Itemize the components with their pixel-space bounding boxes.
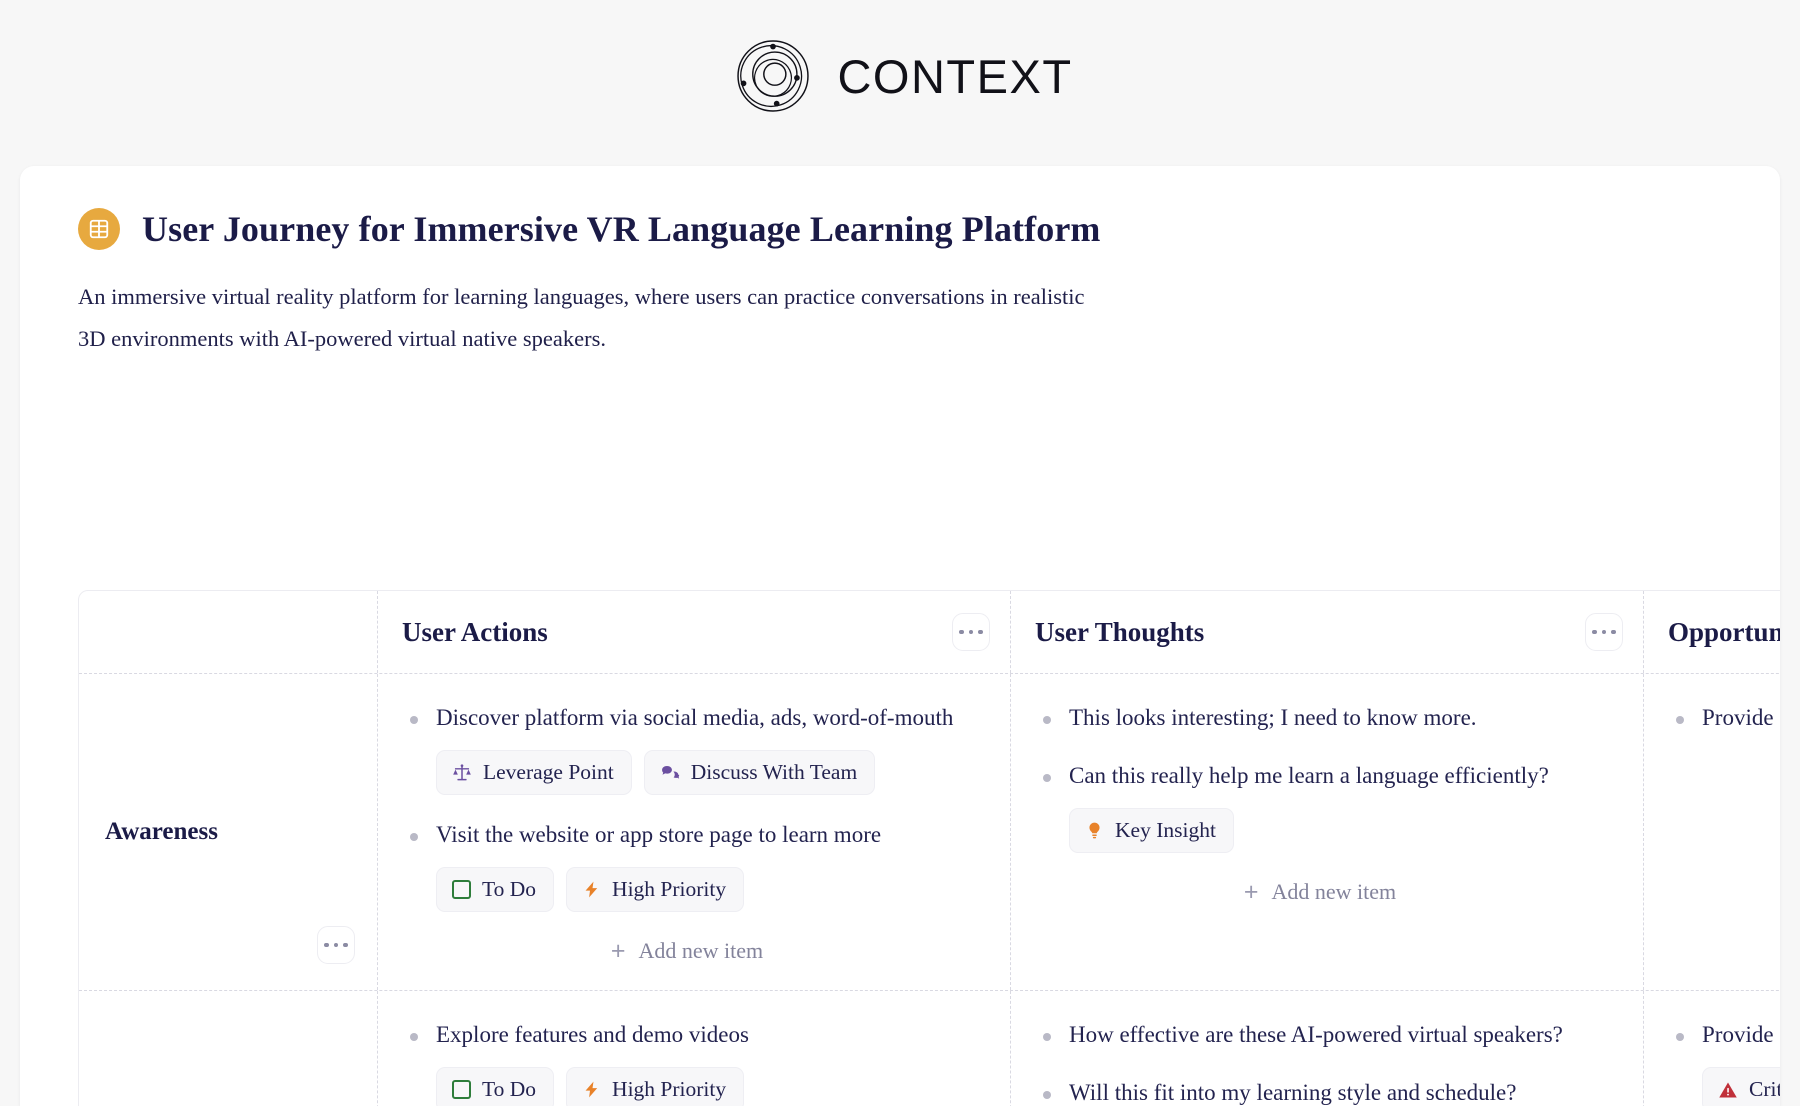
item-text: Discover platform via social media, ads,… <box>436 705 954 730</box>
add-new-item-label: Add new item <box>1271 879 1397 904</box>
list-item[interactable]: Provide clear, engaging introductory con… <box>1668 700 1780 736</box>
speech-bubbles-icon <box>660 763 680 783</box>
table-row: Awareness Discover platform via social m… <box>79 673 1780 990</box>
column-header-label: User Actions <box>402 616 548 647</box>
cell-opportunities: Provide clear, engaging introductory con… <box>1643 674 1780 990</box>
journey-table: User Actions User Thoughts Opportunities… <box>78 590 1780 1106</box>
list-item[interactable]: How effective are these AI-powered virtu… <box>1035 1017 1605 1053</box>
chip-high-priority[interactable]: High Priority <box>566 1067 745 1106</box>
cell-opportunities: Provide detailed feature comparisons <box>1643 991 1780 1106</box>
item-list: Explore features and demo videos To Do H… <box>402 1017 972 1106</box>
chip-high-priority[interactable]: High Priority <box>566 867 745 912</box>
chip-label: Discuss With Team <box>690 760 858 784</box>
title-row: User Journey for Immersive VR Language L… <box>78 208 1722 250</box>
list-item[interactable]: Will this fit into my learning style and… <box>1035 1075 1605 1106</box>
item-list: Provide detailed feature comparisons <box>1668 1017 1780 1106</box>
chip-to-do[interactable]: To Do <box>436 1067 555 1106</box>
checkbox-empty-icon <box>452 880 471 899</box>
item-text: Visit the website or app store page to l… <box>436 822 882 847</box>
column-menu-button-user-actions[interactable] <box>952 613 990 651</box>
item-list: Provide clear, engaging introductory con… <box>1668 700 1780 736</box>
add-new-item-button[interactable]: + Add new item <box>1668 762 1780 788</box>
add-new-item-label: Add new item <box>638 938 764 963</box>
list-item[interactable]: Explore features and demo videos To Do H… <box>402 1017 972 1106</box>
checkbox-empty-icon <box>452 1080 471 1099</box>
document-description: An immersive virtual reality platform fo… <box>78 284 1085 351</box>
item-list: How effective are these AI-powered virtu… <box>1035 1017 1605 1106</box>
table-header-row: User Actions User Thoughts Opportunities <box>79 591 1780 673</box>
orbit-circles-logo <box>727 30 819 122</box>
item-text: Can this really help me learn a language… <box>1069 763 1549 788</box>
item-text: Provide detailed feature comparisons <box>1702 1022 1780 1047</box>
list-item[interactable]: Can this really help me learn a language… <box>1035 758 1605 853</box>
chip-label: To Do <box>482 1077 537 1101</box>
page-title: User Journey for Immersive VR Language L… <box>142 209 1101 249</box>
chip-label: High Priority <box>612 877 727 901</box>
chip-label: Critical <box>1749 1077 1780 1101</box>
column-header-label: User Thoughts <box>1035 616 1205 647</box>
chip-leverage-point[interactable]: Leverage Point <box>436 750 632 795</box>
stage-cell: Awareness <box>79 674 377 990</box>
chip-label: Leverage Point <box>483 760 614 784</box>
plus-icon: + <box>1243 877 1259 906</box>
lightbulb-icon <box>1085 820 1104 841</box>
journey-table-body: User Actions User Thoughts Opportunities… <box>79 591 1780 1106</box>
lightning-bolt-icon <box>582 1079 601 1100</box>
item-text: This looks interesting; I need to know m… <box>1069 705 1477 730</box>
chip-key-insight[interactable]: Key Insight <box>1069 808 1234 853</box>
cell-user-thoughts: How effective are these AI-powered virtu… <box>1010 991 1643 1106</box>
lightning-bolt-icon <box>582 879 601 900</box>
column-header-user-actions: User Actions <box>377 591 1010 673</box>
document-card: User Journey for Immersive VR Language L… <box>20 166 1780 1106</box>
document-header: User Journey for Immersive VR Language L… <box>20 166 1780 360</box>
item-text: How effective are these AI-powered virtu… <box>1069 1022 1563 1047</box>
chip-group: To Do High Priority <box>436 867 972 912</box>
chip-label: To Do <box>482 877 537 901</box>
item-list: This looks interesting; I need to know m… <box>1035 700 1605 853</box>
table-grid-icon <box>78 208 120 250</box>
column-header-label: Opportunities <box>1668 616 1780 647</box>
chip-group: Key Insight <box>1069 808 1605 853</box>
chip-label: Key Insight <box>1115 818 1216 842</box>
item-text: Provide clear, engaging introductory con… <box>1702 705 1780 730</box>
stage-label: Awareness <box>105 818 218 845</box>
stage-cell <box>79 991 377 1106</box>
plus-icon: + <box>610 936 626 965</box>
list-item[interactable]: This looks interesting; I need to know m… <box>1035 700 1605 736</box>
cell-user-actions: Discover platform via social media, ads,… <box>377 674 1010 990</box>
column-header-opportunities: Opportunities <box>1643 591 1780 673</box>
brand-header: CONTEXT <box>0 0 1800 152</box>
column-header-user-thoughts: User Thoughts <box>1010 591 1643 673</box>
chip-group: Critical <box>1702 1067 1780 1106</box>
chip-discuss-with-team[interactable]: Discuss With Team <box>643 750 876 795</box>
item-text: Explore features and demo videos <box>436 1022 749 1047</box>
warning-triangle-icon <box>1718 1080 1738 1100</box>
cell-user-thoughts: This looks interesting; I need to know m… <box>1010 674 1643 990</box>
chip-group: To Do High Priority <box>436 1067 972 1106</box>
column-menu-button-user-thoughts[interactable] <box>1585 613 1623 651</box>
add-new-item-button[interactable]: + Add new item <box>402 938 972 964</box>
balance-scale-icon <box>452 763 472 783</box>
list-item[interactable]: Provide detailed feature comparisons <box>1668 1017 1780 1106</box>
add-new-item-button[interactable]: + Add new item <box>1035 879 1605 905</box>
cell-user-actions: Explore features and demo videos To Do H… <box>377 991 1010 1106</box>
item-text: Will this fit into my learning style and… <box>1069 1080 1517 1105</box>
item-list: Discover platform via social media, ads,… <box>402 700 972 912</box>
chip-to-do[interactable]: To Do <box>436 867 555 912</box>
chip-group: Leverage Point Discuss With Team <box>436 750 972 795</box>
stage-header-cell <box>79 591 377 673</box>
list-item[interactable]: Visit the website or app store page to l… <box>402 817 972 912</box>
row-menu-button[interactable] <box>317 926 355 964</box>
chip-critical[interactable]: Critical <box>1702 1067 1780 1106</box>
list-item[interactable]: Discover platform via social media, ads,… <box>402 700 972 795</box>
brand-name: CONTEXT <box>837 49 1073 103</box>
chip-label: High Priority <box>612 1077 727 1101</box>
table-row: Explore features and demo videos To Do H… <box>79 990 1780 1106</box>
